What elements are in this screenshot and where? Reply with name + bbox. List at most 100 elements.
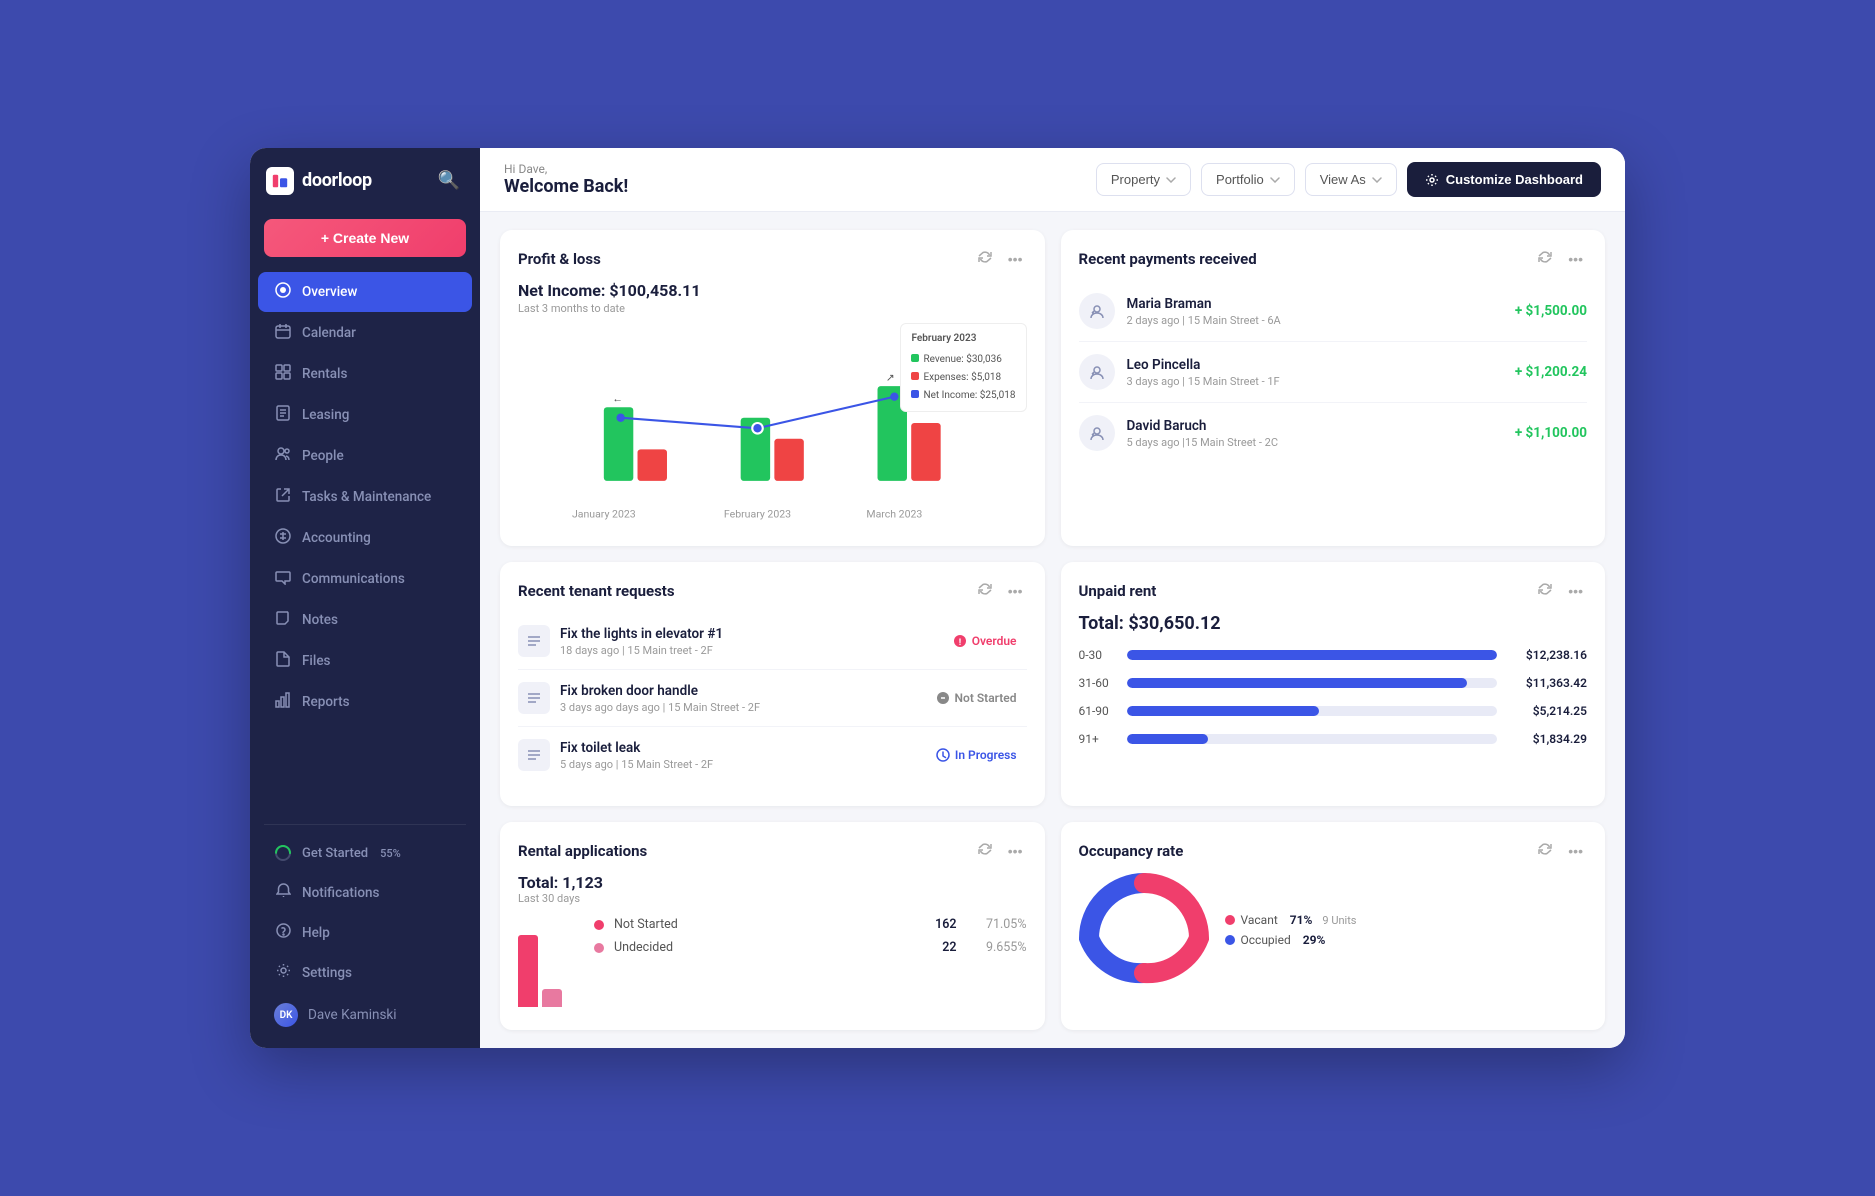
- rental-apps-more-button[interactable]: •••: [1004, 841, 1027, 861]
- sidebar-item-notes[interactable]: Notes: [258, 600, 472, 640]
- unpaid-rent-header: Unpaid rent •••: [1079, 580, 1588, 601]
- sidebar-item-leasing[interactable]: Leasing: [258, 395, 472, 435]
- donut-chart: [1079, 873, 1209, 993]
- unpaid-rent-refresh-button[interactable]: [1534, 580, 1556, 601]
- rent-bar-31-60: 31-60 $11,363.42: [1079, 676, 1588, 690]
- status-badge-overdue: ! Overdue: [943, 630, 1027, 652]
- rental-apps-subtitle: Last 30 days: [518, 892, 1027, 905]
- top-bar-actions: Property Portfolio View As Customize Das…: [1096, 162, 1601, 197]
- chart-legend: February 2023 Revenue: $30,036 Expenses:…: [900, 323, 1026, 412]
- sidebar-item-overview-label: Overview: [302, 284, 357, 300]
- occupancy-donut: Vacant 71% 9 Units Occupied 29%: [1079, 873, 1588, 993]
- sidebar-item-notifications[interactable]: Notifications: [258, 873, 472, 912]
- payment-name-3: David Baruch: [1127, 418, 1279, 434]
- request-item-1: Fix the lights in elevator #1 18 days ag…: [518, 613, 1027, 670]
- recent-payments-card: Recent payments received •••: [1061, 230, 1606, 546]
- page-title: Welcome Back!: [504, 176, 628, 197]
- recent-payments-more-button[interactable]: •••: [1564, 249, 1587, 269]
- unpaid-rent-card: Unpaid rent ••• Total: $30,650.12 0-30 $…: [1061, 562, 1606, 806]
- sidebar-item-overview[interactable]: Overview: [258, 272, 472, 312]
- legend-occupied: Occupied 29%: [1225, 933, 1357, 947]
- payment-avatar-3: [1079, 415, 1115, 451]
- recent-payments-refresh-button[interactable]: [1534, 248, 1556, 269]
- sidebar-item-get-started[interactable]: Get Started 55%: [258, 834, 472, 872]
- occupancy-more-button[interactable]: •••: [1564, 841, 1587, 861]
- communications-icon: [274, 569, 292, 589]
- rental-apps-header: Rental applications •••: [518, 840, 1027, 861]
- payment-name-1: Maria Braman: [1127, 296, 1281, 312]
- customize-dashboard-button[interactable]: Customize Dashboard: [1407, 162, 1601, 197]
- tenant-requests-list: Fix the lights in elevator #1 18 days ag…: [518, 613, 1027, 783]
- sidebar-item-communications[interactable]: Communications: [258, 559, 472, 599]
- view-as-filter-button[interactable]: View As: [1305, 163, 1397, 196]
- rental-apps-total: Total: 1,123: [518, 873, 1027, 892]
- payment-item: Maria Braman 2 days ago | 15 Main Street…: [1079, 281, 1588, 342]
- overview-icon: [274, 282, 292, 302]
- payment-amount-2: + $1,200.24: [1515, 364, 1587, 380]
- svg-text:March 2023: March 2023: [866, 508, 922, 521]
- user-item[interactable]: DK Dave Kaminski: [258, 993, 472, 1037]
- user-name: Dave Kaminski: [308, 1007, 397, 1023]
- occupancy-refresh-button[interactable]: [1534, 840, 1556, 861]
- unpaid-rent-actions: •••: [1534, 580, 1587, 601]
- recent-payments-header: Recent payments received •••: [1079, 248, 1588, 269]
- sidebar-divider: [264, 824, 466, 825]
- search-button[interactable]: 🔍: [434, 166, 464, 195]
- profit-loss-net-income: Net Income: $100,458.11: [518, 281, 1027, 300]
- occupancy-title: Occupancy rate: [1079, 842, 1184, 860]
- recent-payments-actions: •••: [1534, 248, 1587, 269]
- profit-loss-chart: February 2023 Revenue: $30,036 Expenses:…: [518, 323, 1027, 523]
- legend-feb: February 2023: [911, 330, 1015, 348]
- sidebar-bottom: Get Started 55% Notifications Help Sett: [250, 833, 480, 1048]
- request-item-3: Fix toilet leak 5 days ago | 15 Main Str…: [518, 727, 1027, 783]
- customize-label: Customize Dashboard: [1446, 172, 1583, 187]
- tenant-requests-refresh-button[interactable]: [974, 580, 996, 601]
- svg-text:February 2023: February 2023: [724, 508, 791, 521]
- sidebar-item-rentals[interactable]: Rentals: [258, 354, 472, 394]
- sidebar-item-reports[interactable]: Reports: [258, 682, 472, 722]
- profit-loss-refresh-button[interactable]: [974, 248, 996, 269]
- property-filter-button[interactable]: Property: [1096, 163, 1191, 196]
- app-row-undecided: Undecided 22 9.655%: [594, 940, 1027, 955]
- payment-detail-2: 3 days ago | 15 Main Street - 1F: [1127, 375, 1280, 388]
- tenant-requests-more-button[interactable]: •••: [1004, 581, 1027, 601]
- profit-loss-actions: •••: [974, 248, 1027, 269]
- logo-icon: [266, 167, 294, 195]
- leasing-icon: [274, 405, 292, 425]
- portfolio-filter-button[interactable]: Portfolio: [1201, 163, 1295, 196]
- get-started-label: Get Started: [302, 846, 368, 861]
- help-icon: [274, 923, 292, 942]
- greeting: Hi Dave,: [504, 162, 628, 176]
- sidebar-item-people[interactable]: People: [258, 436, 472, 476]
- top-bar: Hi Dave, Welcome Back! Property Portfoli…: [480, 148, 1625, 212]
- logo: doorloop: [266, 167, 372, 195]
- sidebar: doorloop 🔍 + Create New Overview Calenda…: [250, 148, 480, 1048]
- recent-payments-list: Maria Braman 2 days ago | 15 Main Street…: [1079, 281, 1588, 463]
- payment-item: Leo Pincella 3 days ago | 15 Main Street…: [1079, 342, 1588, 403]
- logo-text: doorloop: [302, 170, 372, 191]
- unpaid-rent-more-button[interactable]: •••: [1564, 581, 1587, 601]
- profit-loss-more-button[interactable]: •••: [1004, 249, 1027, 269]
- legend-revenue: Revenue: $30,036: [911, 351, 1015, 369]
- files-icon: [274, 651, 292, 671]
- get-started-progress: 55%: [380, 847, 401, 860]
- sidebar-item-accounting-label: Accounting: [302, 530, 371, 546]
- sidebar-item-help[interactable]: Help: [258, 913, 472, 952]
- rental-apps-refresh-button[interactable]: [974, 840, 996, 861]
- profit-loss-subtitle: Last 3 months to date: [518, 302, 1027, 315]
- request-title-3: Fix toilet leak: [560, 740, 713, 756]
- payment-item: David Baruch 5 days ago |15 Main Street …: [1079, 403, 1588, 463]
- dashboard-grid: Profit & loss ••• Net Income: $100,458.1…: [480, 212, 1625, 1048]
- svg-text:!: !: [958, 638, 960, 648]
- rent-bar-91-plus: 91+ $1,834.29: [1079, 732, 1588, 746]
- sidebar-item-notes-label: Notes: [302, 612, 338, 628]
- main-content: Hi Dave, Welcome Back! Property Portfoli…: [480, 148, 1625, 1048]
- sidebar-item-files[interactable]: Files: [258, 641, 472, 681]
- tasks-icon: [274, 487, 292, 507]
- create-new-button[interactable]: + Create New: [264, 219, 466, 257]
- sidebar-item-calendar[interactable]: Calendar: [258, 313, 472, 353]
- sidebar-item-tasks[interactable]: Tasks & Maintenance: [258, 477, 472, 517]
- occupancy-rate-card: Occupancy rate •••: [1061, 822, 1606, 1030]
- sidebar-item-accounting[interactable]: Accounting: [258, 518, 472, 558]
- sidebar-item-settings[interactable]: Settings: [258, 953, 472, 992]
